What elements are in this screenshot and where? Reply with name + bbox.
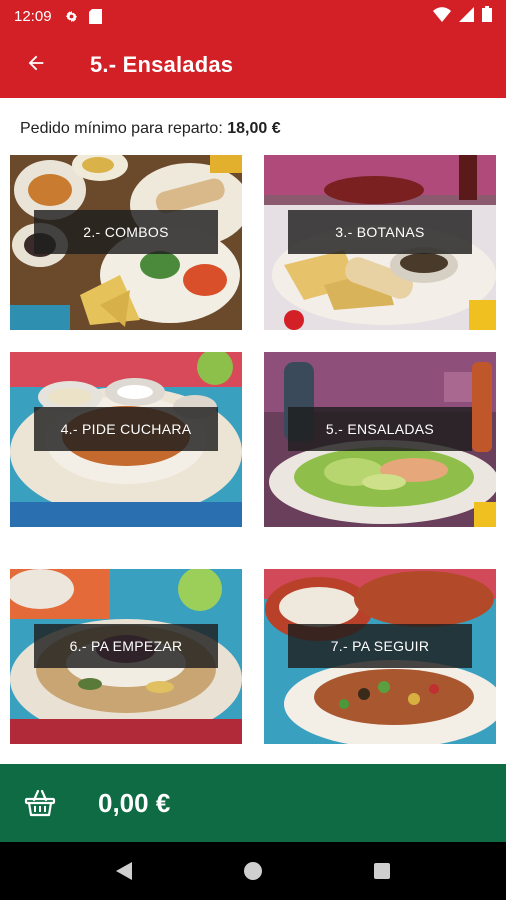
min-order-value: 18,00 € <box>227 120 281 137</box>
category-grid: 2.- COMBOS 3.- BOTANAS 4.- PIDE CUCHARA … <box>0 155 506 765</box>
category-label: 4.- PIDE CUCHARA <box>34 407 218 451</box>
cart-bar[interactable]: 0,00 € <box>0 764 506 842</box>
category-tile-pide-cuchara[interactable]: 4.- PIDE CUCHARA <box>10 352 242 527</box>
category-label: 2.- COMBOS <box>34 210 218 254</box>
battery-icon <box>482 6 492 26</box>
status-bar: 12:09 <box>0 0 506 32</box>
arrow-left-icon <box>25 52 47 79</box>
category-tile-pa-seguir[interactable]: 7.- PA SEGUIR <box>264 569 496 744</box>
gear-icon <box>64 9 79 24</box>
system-nav-bar <box>0 842 506 900</box>
min-order-info: Pedido mínimo para reparto: 18,00 € <box>20 120 281 138</box>
category-tile-ensaladas[interactable]: 5.- ENSALADAS <box>264 352 496 527</box>
status-time: 12:09 <box>14 7 52 25</box>
category-label: 6.- PA EMPEZAR <box>34 624 218 668</box>
min-order-label: Pedido mínimo para reparto: <box>20 120 223 137</box>
back-triangle-icon[interactable] <box>104 851 144 891</box>
category-tile-pa-empezar[interactable]: 6.- PA EMPEZAR <box>10 569 242 744</box>
category-label: 5.- ENSALADAS <box>288 407 472 451</box>
back-button[interactable] <box>6 32 66 98</box>
category-tile-combos[interactable]: 2.- COMBOS <box>10 155 242 330</box>
category-tile-botanas[interactable]: 3.- BOTANAS <box>264 155 496 330</box>
app-bar: 5.- Ensaladas <box>0 32 506 98</box>
category-label: 3.- BOTANAS <box>288 210 472 254</box>
signal-icon <box>459 6 474 26</box>
page-title: 5.- Ensaladas <box>90 52 234 77</box>
home-circle-icon[interactable] <box>233 851 273 891</box>
basket-icon[interactable] <box>20 783 60 823</box>
category-label: 7.- PA SEGUIR <box>288 624 472 668</box>
recents-square-icon[interactable] <box>362 851 402 891</box>
wifi-icon <box>433 6 451 26</box>
cart-total: 0,00 € <box>98 787 171 818</box>
sd-card-icon <box>88 8 102 24</box>
